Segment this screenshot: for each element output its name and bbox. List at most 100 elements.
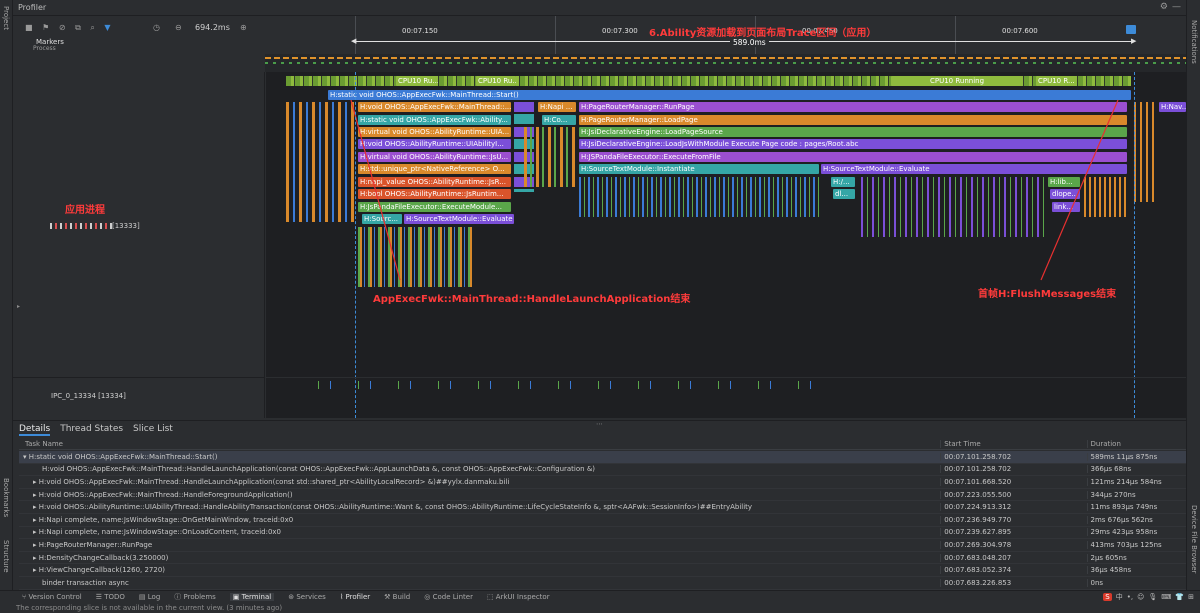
profiler-tab[interactable]: ⌇ Profiler: [340, 593, 370, 601]
row-duration: 29ms 423μs 958ns: [1086, 528, 1187, 537]
table-row[interactable]: ▸ H:DensityChangeCallback(3.250000) 00:07…: [19, 552, 1186, 565]
filter-icon[interactable]: ▼: [104, 23, 110, 32]
bookmarks-tab[interactable]: Bookmarks: [2, 478, 10, 517]
block-icon[interactable]: ⊘: [59, 23, 66, 32]
splitter-handle-icon[interactable]: ⋯: [596, 420, 603, 428]
range-end-line: [1134, 72, 1135, 418]
table-row[interactable]: binder transaction async 00:07.683.226.85…: [19, 577, 1186, 590]
process-label: Process: [33, 45, 56, 52]
minimize-icon[interactable]: —: [1172, 2, 1181, 12]
structure-tab[interactable]: Structure: [2, 540, 10, 573]
window-title: Profiler: [18, 3, 47, 12]
table-row[interactable]: ▾ H:static void OHOS::AppExecFwk::MainTh…: [19, 451, 1186, 464]
time-ruler[interactable]: 00:07.150 00:07.300 00:07.450 00:07.600 …: [265, 16, 1186, 72]
flag-icon[interactable]: ⚑: [42, 23, 49, 32]
marker-flag-icon[interactable]: [1126, 25, 1136, 34]
clock-icon[interactable]: ◷: [153, 23, 160, 32]
menu-grid-icon[interactable]: ⊞: [1188, 593, 1194, 601]
code-linter-tab[interactable]: ◎ Code Linter: [424, 593, 473, 601]
row-start: 00:07.223.055.500: [940, 490, 1086, 499]
table-row[interactable]: H:void OHOS::AppExecFwk::MainThread::Han…: [19, 464, 1186, 477]
arkui-inspector-tab[interactable]: ⬚ ArkUI Inspector: [487, 593, 550, 601]
table-row[interactable]: ▸ H:PageRouterManager::RunPage 00:07.269.…: [19, 539, 1186, 552]
details-table: ▾ H:static void OHOS::AppExecFwk::MainTh…: [19, 451, 1186, 590]
problems-tab[interactable]: ⓘ Problems: [174, 592, 216, 602]
punctuation-icon[interactable]: •,: [1127, 593, 1133, 601]
expand-arrow-icon[interactable]: ▸: [17, 303, 20, 310]
header-task-name[interactable]: Task Name: [19, 440, 940, 448]
search-icon[interactable]: ⌕: [90, 23, 94, 33]
ime-logo-icon[interactable]: S: [1103, 593, 1112, 601]
tab-thread-states[interactable]: Thread States: [60, 424, 123, 436]
terminal-tab[interactable]: ▣ Terminal: [229, 593, 275, 601]
row-name: H:void OHOS::AppExecFwk::MainThread::Han…: [38, 490, 293, 499]
app-thread-label[interactable]: [13333]: [112, 222, 140, 230]
version-control-tab[interactable]: ⑂ Version Control: [22, 593, 82, 601]
app-process-annotation: 应用进程: [65, 205, 105, 216]
trace-canvas[interactable]: CPU10 Ru... CPU10 Ru... CPU10 Running CP…: [266, 72, 1186, 418]
profiler-toolbar: ■ ⚑ ⊘ ⧉ ⌕ ▼ ◷ ⊖ 694.2ms ⊕ Markers Proces…: [13, 16, 265, 52]
details-header: Task Name Start Time Duration: [19, 438, 1186, 450]
log-tab[interactable]: ▤ Log: [139, 593, 160, 601]
row-name: H:static void OHOS::AppExecFwk::MainThre…: [28, 452, 218, 461]
row-start: 00:07.101.258.702: [940, 465, 1086, 474]
ime-mode-icon[interactable]: 中: [1116, 592, 1123, 602]
build-label: Build: [392, 593, 411, 601]
row-duration: 589ms 11μs 875ns: [1086, 452, 1187, 461]
left-tool-strip: Project Bookmarks Structure: [0, 0, 13, 613]
row-duration: 2ms 676μs 562ns: [1086, 515, 1187, 524]
row-name: H:void OHOS::AbilityRuntime::UIAbilityTh…: [38, 503, 753, 512]
terminal-label: Terminal: [241, 593, 272, 601]
range-start-line: [355, 72, 356, 418]
todo-tab[interactable]: ☰ TODO: [96, 593, 125, 601]
profiler-label: Profiler: [345, 593, 371, 601]
version-control-label: Version Control: [28, 593, 82, 601]
export-icon[interactable]: ⧉: [75, 23, 81, 33]
build-tab[interactable]: ⚒ Build: [384, 593, 410, 601]
row-start: 00:07.236.949.770: [940, 515, 1086, 524]
row-name: H:DensityChangeCallback(3.250000): [38, 553, 169, 562]
table-row[interactable]: ▸ H:void OHOS::AbilityRuntime::UIAbility…: [19, 501, 1186, 514]
tab-slice-list[interactable]: Slice List: [133, 424, 173, 436]
tab-details[interactable]: Details: [19, 424, 51, 436]
row-name: H:PageRouterManager::RunPage: [38, 540, 153, 549]
row-duration: 366μs 68ns: [1086, 465, 1187, 474]
row-duration: 0ns: [1086, 578, 1187, 587]
emoji-icon[interactable]: ☺: [1137, 593, 1144, 601]
annotation-arrows: [350, 99, 1119, 281]
gear-icon[interactable]: ⚙: [1160, 2, 1168, 12]
notifications-tab[interactable]: Notifications: [1190, 20, 1198, 64]
table-row[interactable]: ▸ H:Napi complete, name:JsWindowStage::O…: [19, 527, 1186, 540]
header-start-time[interactable]: Start Time: [940, 439, 1086, 448]
row-duration: 121ms 214μs 584ns: [1086, 477, 1187, 486]
table-row[interactable]: ▸ H:Napi complete, name:JsWindowStage::O…: [19, 514, 1186, 527]
row-duration: 2μs 605ns: [1086, 553, 1187, 562]
row-name: H:void OHOS::AppExecFwk::MainThread::Han…: [42, 465, 596, 474]
skin-icon[interactable]: 👕: [1175, 593, 1184, 601]
stop-icon[interactable]: ■: [25, 23, 33, 32]
row-name: H:ViewChangeCallback(1260, 2720): [38, 566, 166, 575]
keyboard-icon[interactable]: ⌨: [1161, 593, 1171, 601]
services-tab[interactable]: ⊛ Services: [288, 593, 326, 601]
row-duration: 36μs 458ns: [1086, 566, 1187, 575]
profiler-titlebar: Profiler ⚙ —: [13, 0, 1186, 16]
zoom-in-icon[interactable]: ⊕: [240, 23, 247, 32]
process-overview: [265, 54, 1186, 72]
table-row[interactable]: ▸ H:void OHOS::AppExecFwk::MainThread::H…: [19, 476, 1186, 489]
device-file-browser-tab[interactable]: Device File Browser: [1190, 505, 1198, 573]
project-tab[interactable]: Project: [2, 6, 10, 30]
table-row[interactable]: ▸ H:void OHOS::AppExecFwk::MainThread::H…: [19, 489, 1186, 502]
bottom-toolbar: ⑂ Version Control ☰ TODO ▤ Log ⓘ Problem…: [0, 590, 1200, 603]
zoom-out-icon[interactable]: ⊖: [175, 23, 182, 32]
zoom-value: 694.2ms: [195, 23, 230, 32]
ipc-thread-label[interactable]: IPC_0_13334 [13334]: [51, 392, 126, 400]
row-start: 00:07.101.668.520: [940, 477, 1086, 486]
mic-icon[interactable]: 🎙: [1148, 593, 1157, 601]
todo-label: TODO: [104, 593, 125, 601]
problems-label: Problems: [183, 593, 216, 601]
annotation-left: AppExecFwk::MainThread::HandleLaunchAppl…: [373, 294, 691, 305]
table-row[interactable]: ▸ H:ViewChangeCallback(1260, 2720) 00:07.…: [19, 564, 1186, 577]
row-start: 00:07.269.304.978: [940, 540, 1086, 549]
header-duration[interactable]: Duration: [1086, 439, 1187, 448]
range-duration: 589.0ms: [730, 38, 769, 47]
